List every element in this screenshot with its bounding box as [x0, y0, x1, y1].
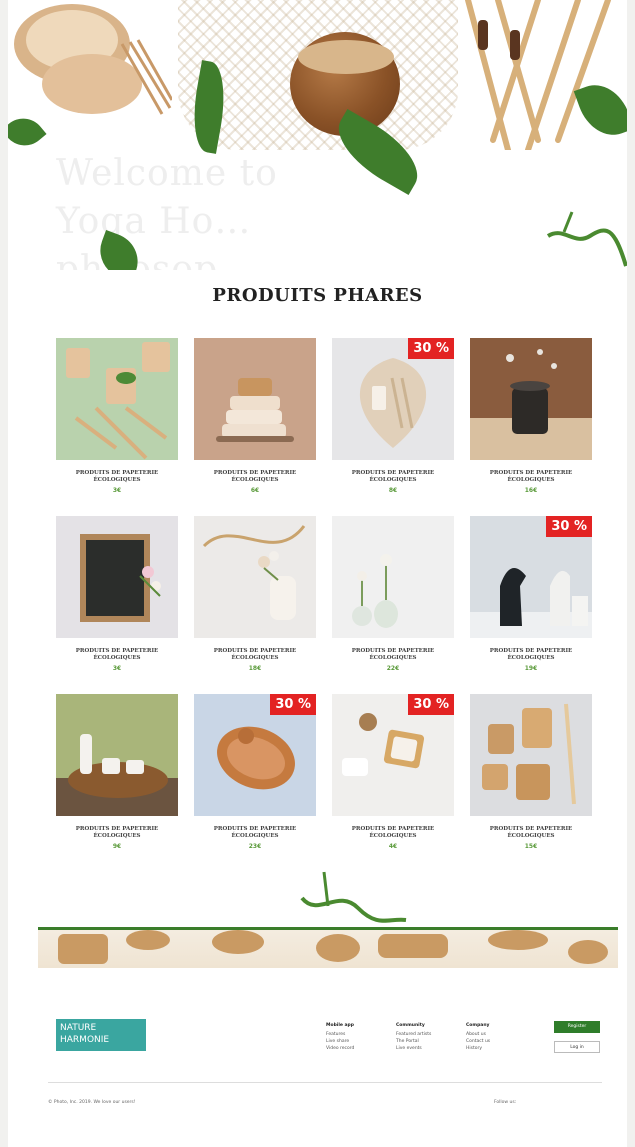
product-image[interactable] [56, 516, 178, 638]
footer-link[interactable]: Featured artists [396, 1031, 431, 1038]
footer-column-company: Company About us Contact us History [466, 1022, 490, 1052]
bamboo-sprig-icon [300, 871, 407, 923]
product-card[interactable]: 30 % PRODUITS DE PAPETERIE ÉCOLOGIQUES 4… [332, 694, 454, 872]
product-image[interactable] [194, 338, 316, 460]
footer-link[interactable]: Live share [326, 1038, 354, 1045]
footer-heading: Company [466, 1023, 490, 1028]
register-button[interactable]: Register [554, 1021, 600, 1033]
footer-link[interactable]: Features [326, 1031, 354, 1038]
product-name: PRODUITS DE PAPETERIE ÉCOLOGIQUES [489, 826, 573, 839]
product-grid: PRODUITS DE PAPETERIE ÉCOLOGIQUES 3€ PRO… [56, 338, 602, 872]
product-image[interactable] [56, 338, 178, 460]
product-image[interactable] [332, 516, 454, 638]
product-card[interactable]: 30 % PRODUITS DE PAPETERIE ÉCOLOGIQUES 1… [470, 516, 592, 694]
product-card[interactable]: PRODUITS DE PAPETERIE ÉCOLOGIQUES 9€ [56, 694, 178, 872]
footer-heading: Mobile app [326, 1023, 354, 1028]
product-price: 8€ [388, 487, 398, 494]
footer-link[interactable]: Live events [396, 1045, 431, 1052]
footer-link[interactable]: About us [466, 1031, 490, 1038]
product-image[interactable]: 30 % [332, 338, 454, 460]
product-name: PRODUITS DE PAPETERIE ÉCOLOGIQUES [489, 470, 573, 483]
login-button[interactable]: Log in [554, 1041, 600, 1053]
product-card[interactable]: PRODUITS DE PAPETERIE ÉCOLOGIQUES 15€ [470, 694, 592, 872]
product-price: 3€ [112, 487, 122, 494]
product-card[interactable]: PRODUITS DE PAPETERIE ÉCOLOGIQUES 6€ [194, 338, 316, 516]
product-price: 3€ [112, 665, 122, 672]
product-card[interactable]: 30 % PRODUITS DE PAPETERIE ÉCOLOGIQUES 8… [332, 338, 454, 516]
product-card[interactable]: PRODUITS DE PAPETERIE ÉCOLOGIQUES 3€ [56, 516, 178, 694]
footer-link[interactable]: History [466, 1045, 490, 1052]
logo-line1: NATURE [60, 1023, 97, 1033]
paper-cups-image [14, 4, 172, 115]
discount-badge: 30 % [408, 694, 454, 715]
product-image[interactable]: 30 % [470, 516, 592, 638]
footer-link[interactable]: The Portal [396, 1038, 431, 1045]
product-name: PRODUITS DE PAPETERIE ÉCOLOGIQUES [351, 826, 435, 839]
product-image[interactable] [470, 694, 592, 816]
logo-line2: HARMONIE [60, 1035, 110, 1045]
wooden-utensils-band [38, 927, 618, 968]
footer-link[interactable]: Contact us [466, 1038, 490, 1045]
product-card[interactable]: PRODUITS DE PAPETERIE ÉCOLOGIQUES 16€ [470, 338, 592, 516]
footer-heading: Community [396, 1023, 425, 1028]
product-image[interactable] [194, 516, 316, 638]
coconut-rim [298, 40, 394, 74]
product-image[interactable] [470, 338, 592, 460]
product-price: 6€ [250, 487, 260, 494]
product-price: 23€ [248, 843, 262, 850]
product-card[interactable]: PRODUITS DE PAPETERIE ÉCOLOGIQUES 22€ [332, 516, 454, 694]
bamboo-sprig-icon [546, 211, 627, 267]
product-name: PRODUITS DE PAPETERIE ÉCOLOGIQUES [489, 648, 573, 661]
product-name: PRODUITS DE PAPETERIE ÉCOLOGIQUES [213, 648, 297, 661]
product-image[interactable] [56, 694, 178, 816]
brand-logo[interactable]: NATURE HARMONIE [56, 1019, 146, 1051]
product-card[interactable]: PRODUITS DE PAPETERIE ÉCOLOGIQUES 18€ [194, 516, 316, 694]
product-price: 15€ [524, 843, 538, 850]
page: Welcome to Yoga Ho… philosop… PRODUITS P… [8, 0, 627, 1147]
footer-column-community: Community Featured artists The Portal Li… [396, 1022, 431, 1052]
hero-banner: Welcome to Yoga Ho… philosop… [8, 0, 627, 270]
discount-badge: 30 % [546, 516, 592, 537]
discount-badge: 30 % [270, 694, 316, 715]
footer-column-mobile: Mobile app Features Live share Video rec… [326, 1022, 354, 1052]
product-name: PRODUITS DE PAPETERIE ÉCOLOGIQUES [75, 648, 159, 661]
product-card[interactable]: PRODUITS DE PAPETERIE ÉCOLOGIQUES 3€ [56, 338, 178, 516]
product-price: 9€ [112, 843, 122, 850]
product-name: PRODUITS DE PAPETERIE ÉCOLOGIQUES [351, 648, 435, 661]
discount-badge: 30 % [408, 338, 454, 359]
product-name: PRODUITS DE PAPETERIE ÉCOLOGIQUES [351, 470, 435, 483]
product-price: 22€ [386, 665, 400, 672]
follow-us-text: Follow us: [494, 1100, 517, 1105]
footer-divider [48, 1082, 602, 1083]
product-price: 18€ [248, 665, 262, 672]
product-name: PRODUITS DE PAPETERIE ÉCOLOGIQUES [213, 826, 297, 839]
product-price: 16€ [524, 487, 538, 494]
section-title: PRODUITS PHARES [212, 284, 423, 306]
product-image[interactable]: 30 % [332, 694, 454, 816]
copyright-text: © Photo, Inc. 2019. We love our users! [48, 1100, 136, 1105]
product-name: PRODUITS DE PAPETERIE ÉCOLOGIQUES [75, 826, 159, 839]
footer-link[interactable]: Video record [326, 1045, 354, 1052]
product-image[interactable]: 30 % [194, 694, 316, 816]
product-name: PRODUITS DE PAPETERIE ÉCOLOGIQUES [213, 470, 297, 483]
product-card[interactable]: 30 % PRODUITS DE PAPETERIE ÉCOLOGIQUES 2… [194, 694, 316, 872]
product-price: 4€ [388, 843, 398, 850]
product-name: PRODUITS DE PAPETERIE ÉCOLOGIQUES [75, 470, 159, 483]
product-price: 19€ [524, 665, 538, 672]
